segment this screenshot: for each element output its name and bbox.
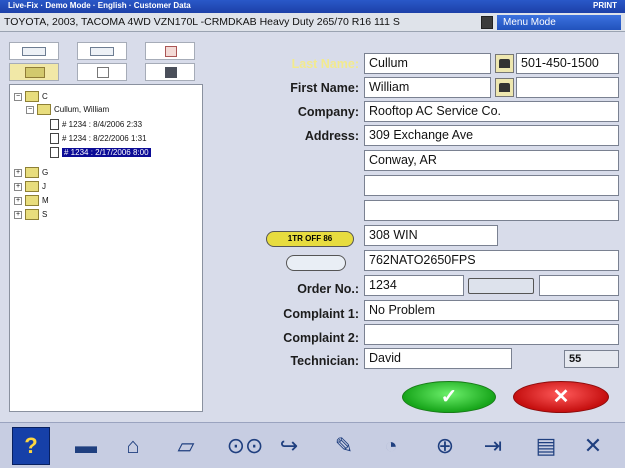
phone2-field[interactable] <box>516 77 619 98</box>
address-line1-field[interactable]: 309 Exchange Ave <box>364 125 619 146</box>
tab-report[interactable] <box>145 42 195 60</box>
menu-mode-button[interactable]: Menu Mode <box>478 14 621 31</box>
tab-folders[interactable] <box>9 63 59 81</box>
folder-icon <box>37 104 51 115</box>
order-extra-field[interactable] <box>539 275 619 296</box>
phone-icon <box>499 83 510 92</box>
phone-icon <box>499 59 510 68</box>
folder-icon <box>25 167 39 178</box>
tab-vin-card[interactable] <box>77 42 127 60</box>
tab-person[interactable] <box>77 63 127 81</box>
print-label[interactable]: PRINT <box>593 1 617 10</box>
document-icon <box>50 147 59 158</box>
folder-icon <box>25 67 45 78</box>
vin-card-icon <box>90 47 114 56</box>
tab-customer-card[interactable] <box>9 42 59 60</box>
cancel-button[interactable]: ✕ <box>513 381 609 413</box>
technician-count: 55 <box>564 350 619 368</box>
window-title: Live-Fix · Demo Mode · English · Custome… <box>8 1 191 10</box>
license-field[interactable]: 308 WIN <box>364 225 498 246</box>
customer-tree[interactable]: − C − Cullum, William # 1234 : 8/4/2006 2:… <box>9 84 203 412</box>
tree-node-g[interactable]: + G <box>14 167 48 178</box>
folder-icon <box>25 209 39 220</box>
vehicle-bar: TOYOTA, 2003, TACOMA 4WD VZN170L -CRMDKA… <box>0 13 625 32</box>
technician-field[interactable]: David <box>364 348 512 369</box>
close-icon[interactable]: ✕ <box>574 427 612 465</box>
ok-button[interactable]: ✓ <box>402 381 496 413</box>
barcode-button[interactable] <box>468 278 534 294</box>
first-name-label: First Name: <box>290 81 359 95</box>
complaint2-label: Complaint 2: <box>283 331 359 345</box>
binoculars-icon[interactable]: ⊙⊙ <box>226 427 264 465</box>
tree-node-customer[interactable]: − Cullum, William <box>26 104 109 115</box>
main-area: − C − Cullum, William # 1234 : 8/4/2006 2:… <box>0 32 625 422</box>
tree-node-c[interactable]: − C <box>14 91 48 102</box>
card-icon <box>22 47 46 56</box>
complaint1-field[interactable]: No Problem <box>364 300 619 321</box>
tree-node-m[interactable]: + M <box>14 195 49 206</box>
help-icon[interactable]: ? <box>12 427 50 465</box>
complaint2-field[interactable] <box>364 324 619 345</box>
form-labels: Last Name: First Name: Company: Address:… <box>210 32 359 422</box>
document-icon <box>50 133 59 144</box>
tree-node-j[interactable]: + J <box>14 181 46 192</box>
phone-icon <box>165 67 177 78</box>
collapse-icon[interactable]: − <box>14 92 22 101</box>
phone2-button[interactable] <box>495 78 514 97</box>
first-name-field[interactable]: William <box>364 77 491 98</box>
folder-icon <box>25 195 39 206</box>
expand-icon[interactable]: + <box>14 196 22 205</box>
vehicle-description: TOYOTA, 2003, TACOMA 4WD VZN170L -CRMDKA… <box>4 16 400 28</box>
company-label: Company: <box>297 105 359 119</box>
flag-icon[interactable]: ▬ <box>67 427 105 465</box>
report-icon <box>165 46 177 57</box>
last-name-field[interactable]: Cullum <box>364 53 491 74</box>
expand-icon[interactable]: + <box>14 210 22 219</box>
wheel-icon[interactable]: ⊕ <box>426 427 464 465</box>
company-field[interactable]: Rooftop AC Service Co. <box>364 101 619 122</box>
address-line4-field[interactable] <box>364 200 619 221</box>
menu-mode-icon <box>481 16 493 29</box>
tree-node-order[interactable]: # 1234 : 8/4/2006 2:33 <box>50 119 142 130</box>
vin-field[interactable]: 762NATO2650FPS <box>364 250 619 271</box>
tree-node-order-selected[interactable]: # 1234 : 2/17/2006 8:00 <box>50 147 151 158</box>
last-name-label: Last Name: <box>291 57 359 71</box>
order-no-field[interactable]: 1234 <box>364 275 464 296</box>
expand-icon[interactable]: + <box>14 168 22 177</box>
phone1-field[interactable]: 501-450-1500 <box>516 53 619 74</box>
import-icon[interactable]: ⇥ <box>474 427 512 465</box>
address-label: Address: <box>304 129 359 143</box>
phone1-button[interactable] <box>495 54 514 73</box>
tree-node-order[interactable]: # 1234 : 8/22/2006 1:31 <box>50 133 147 144</box>
home-icon[interactable]: ⌂ <box>114 427 152 465</box>
address-line2-field[interactable]: Conway, AR <box>364 150 619 171</box>
vin-button[interactable] <box>286 255 346 271</box>
edit-icon[interactable]: ✎ <box>325 427 363 465</box>
order-no-label: Order No.: <box>297 282 359 296</box>
folder-icon <box>25 91 39 102</box>
license-plate-button[interactable]: 1TR OFF 86 <box>266 231 354 247</box>
eraser-icon[interactable]: ▱ <box>167 427 205 465</box>
undo-icon[interactable]: ↪ <box>270 427 308 465</box>
expand-icon[interactable]: + <box>14 182 22 191</box>
tree-node-s[interactable]: + S <box>14 209 47 220</box>
collapse-icon[interactable]: − <box>26 105 34 114</box>
left-panel: − C − Cullum, William # 1234 : 8/4/2006 2:… <box>7 42 203 414</box>
tab-phone[interactable] <box>145 63 195 81</box>
bottom-toolbar: ? ▬ ⌂ ▱ ⊙⊙ ↪ ✎ ◔ ⊕ ⇥ ▤ ✕ <box>0 422 625 468</box>
complaint1-label: Complaint 1: <box>283 307 359 321</box>
person-icon <box>97 67 109 78</box>
chart-icon[interactable]: ▤ <box>527 427 565 465</box>
window-titlebar: Live-Fix · Demo Mode · English · Custome… <box>0 0 625 13</box>
technician-label: Technician: <box>290 354 359 368</box>
menu-mode-label: Menu Mode <box>497 15 621 30</box>
document-icon <box>50 119 59 130</box>
address-line3-field[interactable] <box>364 175 619 196</box>
folder-icon <box>25 181 39 192</box>
gauge-icon[interactable]: ◔ <box>372 427 410 465</box>
